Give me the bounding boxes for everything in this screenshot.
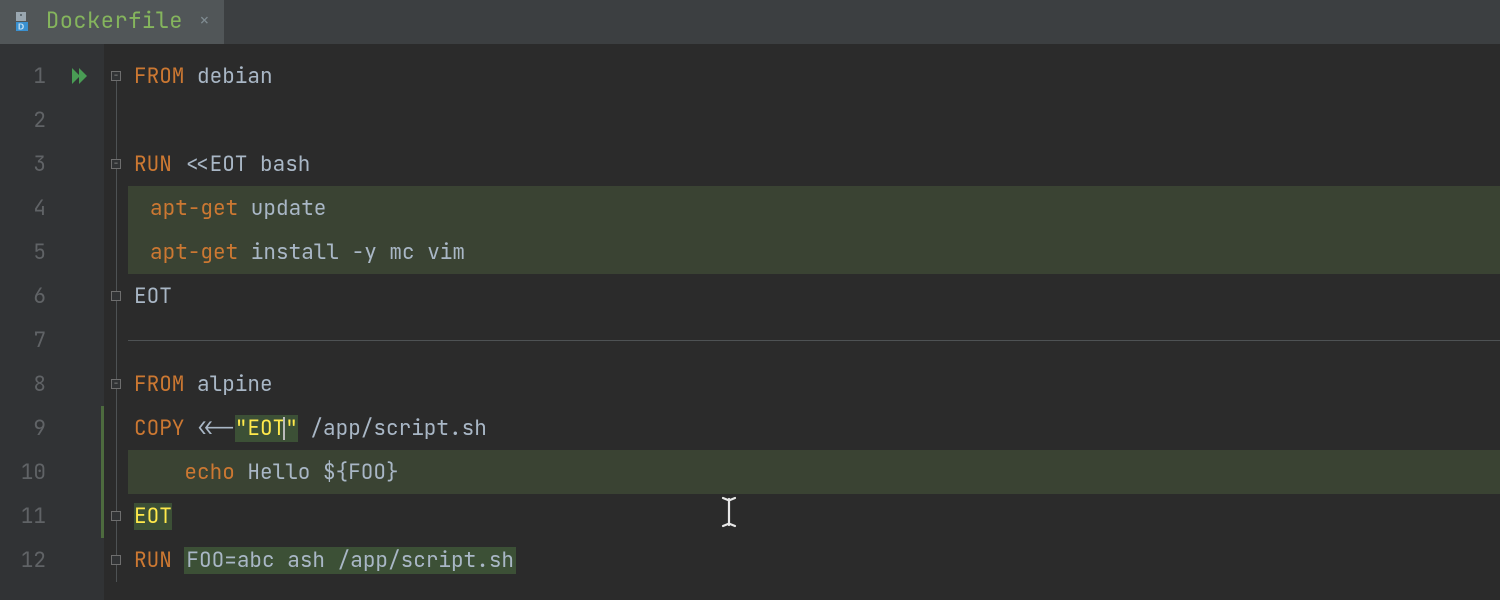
fold-toggle-icon[interactable] — [111, 379, 121, 389]
code-line[interactable]: echo Hello ${FOO} — [128, 450, 1500, 494]
code-line[interactable] — [128, 318, 1500, 362]
line-number[interactable]: 8 — [0, 362, 104, 406]
fold-toggle-icon[interactable] — [111, 159, 121, 169]
stage-separator — [128, 340, 1500, 341]
code-line[interactable]: apt-get update — [128, 186, 1500, 230]
line-number[interactable]: 5 — [0, 230, 104, 274]
dockerfile-icon: D — [14, 10, 36, 32]
line-number[interactable]: 2 — [0, 98, 104, 142]
code-line[interactable]: FROM debian — [128, 54, 1500, 98]
line-number[interactable]: 7 — [0, 318, 104, 362]
fold-column — [104, 44, 128, 600]
code-line[interactable]: apt-get install -y mc vim — [128, 230, 1500, 274]
code-line[interactable]: EOT — [128, 494, 1500, 538]
code-line[interactable]: COPY <<-"EOT" /app/script.sh — [128, 406, 1500, 450]
line-number[interactable]: 11 — [0, 494, 104, 538]
run-gutter-icon[interactable] — [70, 66, 90, 86]
fold-end-icon[interactable] — [111, 555, 121, 565]
fold-toggle-icon[interactable] — [111, 71, 121, 81]
line-number[interactable]: 10 — [0, 450, 104, 494]
heredoc-delim-highlight: EOT — [134, 503, 172, 530]
line-number[interactable]: 6 — [0, 274, 104, 318]
code-line[interactable] — [128, 98, 1500, 142]
code-line[interactable]: EOT — [128, 274, 1500, 318]
tab-dockerfile[interactable]: D Dockerfile × — [0, 0, 224, 44]
line-number[interactable]: 3 — [0, 142, 104, 186]
gutter: 1 2 3 4 5 6 7 8 9 10 11 12 — [0, 44, 104, 600]
line-number[interactable]: 1 — [0, 54, 104, 98]
fold-end-icon[interactable] — [111, 511, 121, 521]
code-line[interactable]: FROM alpine — [128, 362, 1500, 406]
code-area[interactable]: FROM debian RUN <<EOT bash apt-get updat… — [128, 44, 1500, 600]
code-line[interactable]: RUN FOO=abc ash /app/script.sh — [128, 538, 1500, 582]
tab-filename: Dockerfile — [46, 6, 183, 35]
fold-end-icon[interactable] — [111, 291, 121, 301]
close-icon[interactable]: × — [199, 9, 210, 32]
line-number[interactable]: 12 — [0, 538, 104, 582]
run-command-highlight: FOO=abc ash /app/script.sh — [184, 547, 516, 574]
line-number[interactable]: 9 — [0, 406, 104, 450]
heredoc-delim-highlight: "EOT" — [235, 415, 298, 442]
tab-bar: D Dockerfile × — [0, 0, 1500, 44]
svg-text:D: D — [18, 21, 25, 31]
code-line[interactable]: RUN <<EOT bash — [128, 142, 1500, 186]
editor: 1 2 3 4 5 6 7 8 9 10 11 12 — [0, 44, 1500, 600]
line-number[interactable]: 4 — [0, 186, 104, 230]
